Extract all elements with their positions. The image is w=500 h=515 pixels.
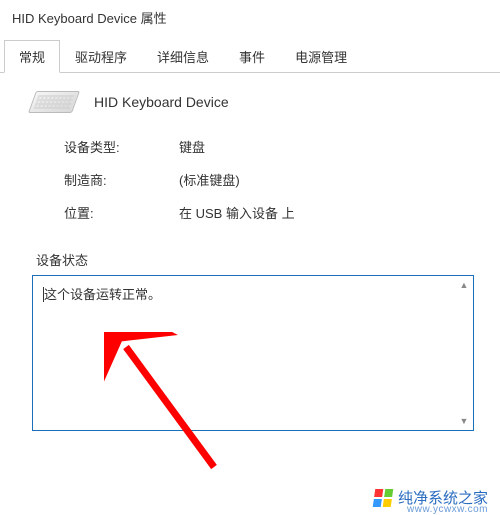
device-header: HID Keyboard Device	[32, 91, 476, 113]
label-device-status: 设备状态	[36, 250, 476, 269]
device-status-section: 设备状态 这个设备运转正常。 ▲ ▼	[32, 250, 476, 431]
scroll-up-icon[interactable]: ▲	[457, 278, 471, 292]
device-status-textarea[interactable]: 这个设备运转正常。 ▲ ▼	[32, 275, 474, 431]
value-manufacturer: (标准键盘)	[179, 170, 240, 189]
watermark-logo-icon	[373, 489, 394, 507]
tab-details[interactable]: 详细信息	[142, 40, 224, 73]
tab-power[interactable]: 电源管理	[280, 40, 362, 73]
scroll-down-icon[interactable]: ▼	[457, 414, 471, 428]
device-name: HID Keyboard Device	[94, 94, 229, 110]
row-location: 位置: 在 USB 输入设备 上	[64, 203, 476, 222]
scrollbar[interactable]: ▲ ▼	[455, 276, 473, 430]
label-location: 位置:	[64, 203, 179, 222]
tab-general[interactable]: 常规	[4, 40, 60, 73]
tab-content: HID Keyboard Device 设备类型: 键盘 制造商: (标准键盘)…	[0, 73, 500, 441]
device-info-block: 设备类型: 键盘 制造商: (标准键盘) 位置: 在 USB 输入设备 上	[64, 137, 476, 222]
watermark-url: www.ycwxw.com	[407, 504, 488, 515]
window-title: HID Keyboard Device 属性	[0, 0, 500, 35]
value-location: 在 USB 输入设备 上	[179, 203, 295, 222]
device-status-text: 这个设备运转正常。	[44, 287, 161, 302]
label-manufacturer: 制造商:	[64, 170, 179, 189]
tab-bar: 常规 驱动程序 详细信息 事件 电源管理	[0, 39, 500, 73]
tab-events[interactable]: 事件	[224, 40, 280, 73]
tab-driver[interactable]: 驱动程序	[60, 40, 142, 73]
label-device-type: 设备类型:	[64, 137, 179, 156]
row-device-type: 设备类型: 键盘	[64, 137, 476, 156]
value-device-type: 键盘	[179, 137, 205, 156]
keyboard-icon	[28, 91, 80, 113]
row-manufacturer: 制造商: (标准键盘)	[64, 170, 476, 189]
